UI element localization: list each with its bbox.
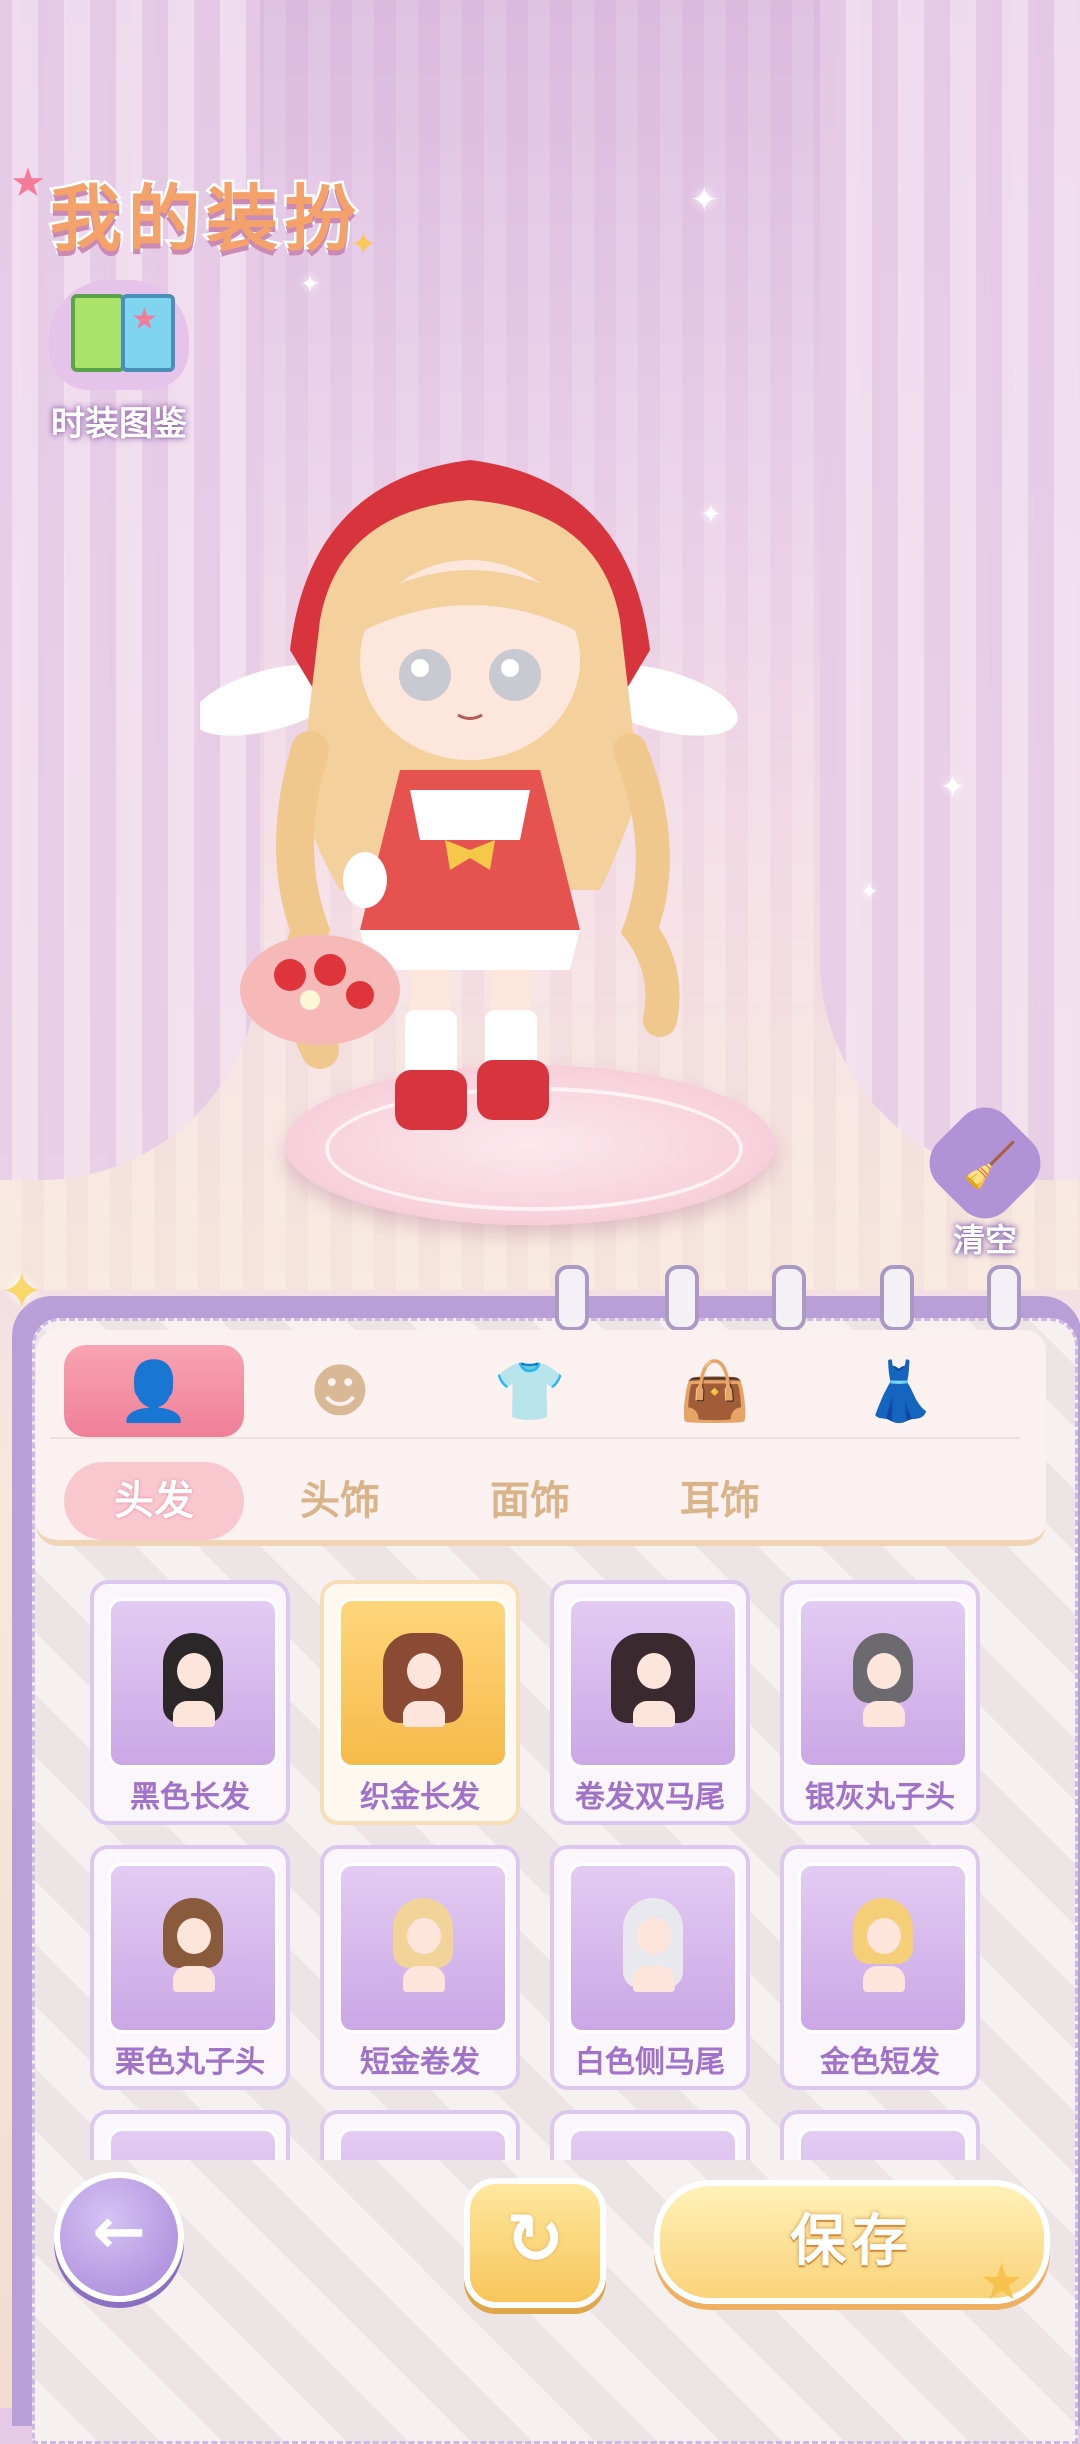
item-art xyxy=(798,2128,968,2160)
lookbook-button[interactable]: ★ 时装图鉴 xyxy=(34,280,204,460)
item-name: 金色短发 xyxy=(820,2045,940,2080)
item-card[interactable] xyxy=(320,2110,520,2160)
refresh-icon: ↻ xyxy=(505,2198,565,2280)
item-art xyxy=(338,1598,508,1768)
item-art xyxy=(338,2128,508,2160)
item-name: 短金卷发 xyxy=(360,2045,480,2080)
item-name: 栗色丸子头 xyxy=(115,2045,265,2080)
subtab-headwear[interactable]: 头饰 xyxy=(250,1462,430,1540)
tab-face[interactable]: ☻ xyxy=(250,1345,430,1437)
sparkle-icon: ✦ xyxy=(690,180,719,220)
dress-up-stage: ✦ ✦ ✦ ✦ ✦ ★ ✦ 我的装扮 ★ 时装图鉴 🧹 清空 xyxy=(0,0,1080,1290)
item-card-selected[interactable]: 织金长发 xyxy=(320,1580,520,1825)
shirt-icon: 👕 xyxy=(493,1357,567,1425)
broom-icon: 🧹 xyxy=(917,1095,1053,1231)
item-art xyxy=(798,1863,968,2033)
curtain-right xyxy=(820,0,1080,1180)
binder-ring xyxy=(555,1265,589,1331)
sparkle-icon: ✦ xyxy=(860,880,879,905)
item-name: 织金长发 xyxy=(360,1780,480,1815)
hair-icon: 👤 xyxy=(117,1357,191,1425)
subtab-hair[interactable]: 头发 xyxy=(64,1462,244,1540)
back-button[interactable]: ← xyxy=(54,2172,184,2302)
save-button[interactable]: 保存 ★ xyxy=(654,2180,1050,2311)
tab-top[interactable]: 👕 xyxy=(440,1345,620,1437)
star-icon: ★ xyxy=(10,160,46,206)
item-card[interactable]: 黑色长发 xyxy=(90,1580,290,1825)
item-art xyxy=(568,2128,738,2160)
lookbook-icon: ★ xyxy=(49,280,189,390)
item-card[interactable]: 栗色丸子头 xyxy=(90,1845,290,2090)
item-card[interactable]: 银灰丸子头 xyxy=(780,1580,980,1825)
bag-icon: 👜 xyxy=(678,1357,752,1425)
item-card[interactable]: 白色侧马尾 xyxy=(550,1845,750,2090)
face-icon: ☻ xyxy=(309,1357,371,1425)
subtab-facewear[interactable]: 面饰 xyxy=(440,1462,620,1540)
item-card[interactable] xyxy=(780,2110,980,2160)
item-card[interactable]: 金色短发 xyxy=(780,1845,980,2090)
binder-ring xyxy=(772,1265,806,1331)
tab-dress[interactable]: 👗 xyxy=(810,1345,990,1437)
tab-accessory[interactable]: 👜 xyxy=(625,1345,805,1437)
sparkle-icon: ✦ xyxy=(300,270,321,298)
star-icon: ★ xyxy=(979,2253,1030,2311)
item-name: 白色侧马尾 xyxy=(575,2045,725,2080)
character-avatar xyxy=(200,460,738,1130)
sparkle-icon: ✦ xyxy=(940,770,966,805)
item-art xyxy=(108,1598,278,1768)
item-name: 黑色长发 xyxy=(130,1780,250,1815)
binder-ring xyxy=(665,1265,699,1331)
item-card[interactable] xyxy=(550,2110,750,2160)
binder-ring xyxy=(880,1265,914,1331)
item-art xyxy=(568,1863,738,2033)
item-name: 银灰丸子头 xyxy=(805,1780,955,1815)
page-title: 我的装扮 xyxy=(47,175,363,264)
item-art xyxy=(338,1863,508,2033)
item-card[interactable]: 短金卷发 xyxy=(320,1845,520,2090)
item-art xyxy=(108,2128,278,2160)
subtab-earrings[interactable]: 耳饰 xyxy=(630,1462,810,1540)
sparkle-icon: ✦ xyxy=(0,1262,44,1322)
tab-hair[interactable]: 👤 xyxy=(64,1345,244,1437)
save-label: 保存 xyxy=(790,2209,914,2274)
item-name: 卷发双马尾 xyxy=(575,1780,725,1815)
item-art xyxy=(108,1863,278,2033)
item-card[interactable] xyxy=(90,2110,290,2160)
arrow-left-icon: ← xyxy=(92,2195,146,2269)
binder-ring xyxy=(987,1265,1021,1331)
clear-label: 清空 xyxy=(952,1221,1017,1259)
reset-button[interactable]: ↻ xyxy=(464,2178,606,2308)
dress-icon: 👗 xyxy=(863,1357,937,1425)
tab-divider xyxy=(50,1437,1020,1439)
item-art xyxy=(798,1598,968,1768)
item-card[interactable]: 卷发双马尾 xyxy=(550,1580,750,1825)
clear-button[interactable]: 🧹 清空 xyxy=(917,1095,1053,1261)
lookbook-label: 时装图鉴 xyxy=(51,404,187,444)
item-art xyxy=(568,1598,738,1768)
item-grid: 黑色长发 织金长发 卷发双马尾 银灰丸子头 栗色丸子头 短金卷发 白色侧马尾 金… xyxy=(60,1580,1000,2160)
